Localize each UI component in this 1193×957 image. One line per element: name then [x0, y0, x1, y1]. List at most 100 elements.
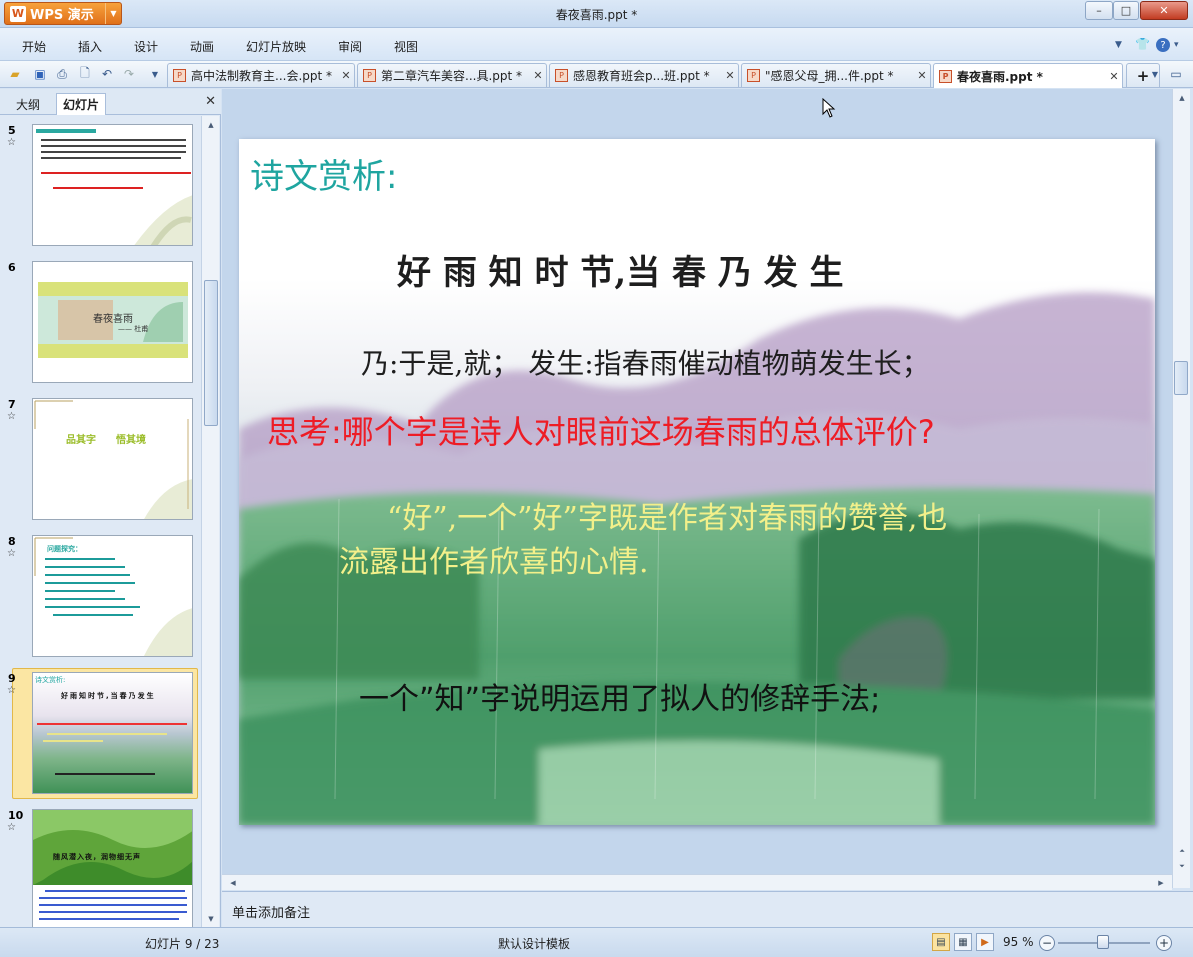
skin-icon[interactable]: 👕 [1135, 37, 1150, 51]
minimize-icon: – [1096, 4, 1102, 17]
doc-tab[interactable]: P 第二章汽车美容...具.ppt * ✕ [357, 63, 547, 87]
zoom-out-icon[interactable]: − [1039, 935, 1055, 951]
thumb-author: —— 杜甫 [118, 325, 149, 333]
scrollbar-thumb[interactable] [1174, 361, 1188, 395]
slide-horizontal-scrollbar[interactable]: ◀ ▶ [222, 874, 1172, 890]
star-icon: ☆ [7, 548, 16, 559]
menu-insert[interactable]: 插入 [78, 38, 102, 55]
scroll-right-icon[interactable]: ▶ [1152, 876, 1170, 890]
slideshow-icon[interactable]: ▶ [976, 933, 994, 951]
minimize-button[interactable]: – [1085, 1, 1113, 20]
slide-gloss-line[interactable]: 乃:于是,就； 发生:指春雨催动植物萌发生长； [361, 342, 930, 382]
slide-thumbnail-selected[interactable]: 诗文赏析: 好雨知时节,当春乃发生 [32, 672, 193, 794]
slide-answer-line[interactable]: “好”,一个”好”字既是作者对春雨的赞誉,也 [387, 493, 947, 537]
open-icon[interactable]: ▰ [6, 65, 24, 83]
slide-vertical-scrollbar[interactable]: ▲ ⏶ ⏷ [1172, 89, 1190, 888]
close-tab-icon[interactable]: ✕ [914, 69, 930, 82]
menu-home[interactable]: 开始 [22, 38, 46, 55]
doc-tab[interactable]: P 感恩教育班会p...班.ppt * ✕ [549, 63, 739, 87]
menu-design[interactable]: 设计 [134, 38, 158, 55]
slide-sorter-icon[interactable]: ▦ [954, 933, 972, 951]
star-icon: ☆ [7, 411, 16, 422]
undo-icon[interactable]: ↶ [98, 65, 116, 83]
help-icon[interactable]: ? [1156, 38, 1170, 52]
tab-slides[interactable]: 幻灯片 [56, 93, 107, 115]
slide-counter: 幻灯片 9 / 23 [145, 937, 220, 951]
notes-placeholder[interactable]: 单击添加备注 [232, 902, 310, 921]
next-slide-icon[interactable]: ⏷ [1173, 859, 1191, 873]
ppt-file-icon: P [173, 69, 186, 82]
doc-tab-label: 感恩教育班会p...班.ppt * [573, 69, 710, 83]
design-template-name[interactable]: 默认设计模板 [498, 935, 570, 952]
menu-view[interactable]: 视图 [394, 38, 418, 55]
print-icon[interactable]: ⎙ [53, 65, 71, 83]
menu-animation[interactable]: 动画 [190, 38, 214, 55]
doc-tab[interactable]: P 高中法制教育主...会.ppt * ✕ [167, 63, 355, 87]
thumbnail-scrollbar[interactable]: ▲ ▼ [201, 116, 219, 927]
thumb-text: 悟其境 [116, 435, 146, 446]
tab-list-icon[interactable]: ▼ [1146, 65, 1164, 83]
slide-thumbnail[interactable] [32, 124, 193, 246]
slide-thumbnail[interactable]: 随风潜入夜，润物细无声 [32, 809, 193, 927]
previous-slide-icon[interactable]: ⏶ [1173, 844, 1191, 858]
star-icon: ☆ [7, 685, 16, 696]
document-tab-bar: ▰ ▣ ⎙ 🗋 ↶ ↷ ▼ P 高中法制教育主...会.ppt * ✕ P 第二… [0, 61, 1193, 88]
mouse-cursor-icon [822, 98, 836, 118]
menu-slideshow[interactable]: 幻灯片放映 [246, 38, 306, 55]
tab-outline[interactable]: 大纲 [10, 93, 46, 115]
zoom-in-icon[interactable]: + [1156, 935, 1172, 951]
menu-review[interactable]: 审阅 [338, 38, 362, 55]
save-icon[interactable]: ▣ [31, 65, 49, 83]
scroll-up-icon[interactable]: ▲ [202, 118, 220, 132]
notes-pane[interactable]: 单击添加备注 [222, 891, 1193, 927]
normal-view-icon[interactable]: ▤ [932, 933, 950, 951]
close-tab-icon[interactable]: ✕ [530, 69, 546, 82]
customize-icon[interactable]: ▼ [146, 65, 164, 83]
redo-icon[interactable]: ↷ [120, 65, 138, 83]
help-dropdown-icon[interactable]: ▾ [1174, 40, 1179, 50]
slide-bottom-line[interactable]: 一个”知”字说明运用了拟人的修辞手法; [359, 674, 880, 718]
menu-bar: 开始 插入 设计 动画 幻灯片放映 审阅 视图 ▼ 👕 ? ▾ [0, 28, 1193, 61]
close-tab-icon[interactable]: ✕ [722, 69, 738, 82]
thumb-title: 随风潜入夜，润物细无声 [53, 853, 141, 861]
doc-tab-active[interactable]: P 春夜喜雨.ppt * ✕ [933, 63, 1123, 88]
close-tab-icon[interactable]: ✕ [1106, 70, 1122, 83]
close-panel-icon[interactable]: ✕ [205, 94, 216, 109]
slide-thumbnail[interactable]: 春夜喜雨 —— 杜甫 [32, 261, 193, 383]
doc-tab-label: 高中法制教育主...会.ppt * [191, 69, 333, 83]
slide-editor: 诗文赏析: 好 雨 知 时 节,当 春 乃 发 生 乃:于是,就； 发生:指春雨… [222, 89, 1172, 888]
slide-thumbnail[interactable]: 品其字 悟其境 [32, 398, 193, 520]
slide-answer-line[interactable]: 流露出作者欣喜的心情. [339, 537, 649, 581]
scroll-up-icon[interactable]: ▲ [1173, 91, 1191, 105]
scroll-left-icon[interactable]: ◀ [224, 876, 242, 890]
thumb-heading: 诗文赏析: [35, 676, 66, 684]
chevron-down-icon[interactable]: ▼ [1115, 40, 1122, 50]
thumb-title: 好雨知时节,当春乃发生 [61, 692, 156, 700]
zoom-slider-knob[interactable] [1097, 935, 1109, 949]
close-tab-icon[interactable]: ✕ [338, 69, 354, 82]
maximize-button[interactable]: □ [1113, 1, 1139, 20]
star-icon: ☆ [7, 822, 16, 833]
slide-number: 9 [8, 672, 16, 685]
slide-thumbnail[interactable]: 问题探究： [32, 535, 193, 657]
current-slide[interactable]: 诗文赏析: 好 雨 知 时 节,当 春 乃 发 生 乃:于是,就； 发生:指春雨… [239, 139, 1155, 825]
restore-panel-icon[interactable]: ▭ [1167, 65, 1185, 83]
slides-panel: 大纲 幻灯片 ✕ 5 ☆ 6 春夜喜雨 —— 杜甫 7 ☆ 品其字 悟其境 8 … [0, 89, 221, 927]
maximize-icon: □ [1120, 4, 1132, 17]
doc-tab[interactable]: P "感恩父母_拥...件.ppt * ✕ [741, 63, 931, 87]
slide-number: 6 [8, 261, 16, 274]
slide-heading[interactable]: 诗文赏析: [250, 149, 397, 198]
scroll-down-icon[interactable]: ▼ [202, 912, 220, 926]
ppt-file-icon: P [747, 69, 760, 82]
close-button[interactable]: ✕ [1140, 1, 1188, 20]
ppt-file-icon: P [939, 69, 952, 83]
print-preview-icon[interactable]: 🗋 [76, 65, 94, 83]
slide-thumbnail-list: 5 ☆ 6 春夜喜雨 —— 杜甫 7 ☆ 品其字 悟其境 8 ☆ 问题探究： 9… [0, 116, 200, 927]
thumbnail-art [33, 536, 192, 656]
star-icon: ☆ [7, 137, 16, 148]
thumb-text: 品其字 [66, 435, 96, 446]
slide-title-line[interactable]: 好 雨 知 时 节,当 春 乃 发 生 [397, 245, 844, 294]
slide-number: 8 [8, 535, 16, 548]
scrollbar-thumb[interactable] [204, 280, 218, 426]
slide-question-line[interactable]: 思考:哪个字是诗人对眼前这场春雨的总体评价? [267, 407, 935, 453]
